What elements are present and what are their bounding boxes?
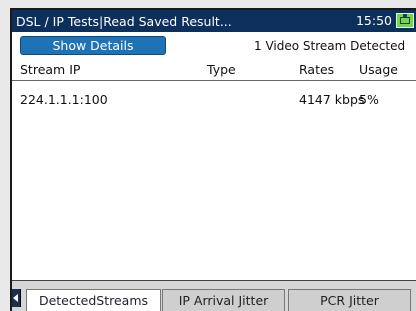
app-window: DSL / IP Tests|Read Saved Result... 15:5… [10,8,416,311]
column-header-rates: Rates [299,62,335,77]
column-header-stream-ip: Stream IP [20,62,81,77]
cell-rates: 4147 kbps [299,92,365,107]
title-bar: DSL / IP Tests|Read Saved Result... 15:5… [12,10,416,32]
table-row[interactable]: 224.1.1.1:100 4147 kbps 5% [12,90,416,108]
cell-usage: 5% [359,92,379,107]
cell-stream-ip: 224.1.1.1:100 [20,92,108,107]
battery-icon [396,13,414,28]
tab-detected-streams[interactable]: DetectedStreams [26,289,161,311]
toolbar: Show Details 1 Video Stream Detected [12,32,416,60]
tab-scroll-left-icon[interactable] [12,289,21,307]
table-header: Stream IP Type Rates Usage [12,60,416,81]
window-title: DSL / IP Tests|Read Saved Result... [16,13,232,29]
clock: 15:50 [355,13,392,28]
column-header-type: Type [207,62,236,77]
tab-pcr-jitter[interactable]: PCR Jitter [288,289,411,311]
tab-bar: DetectedStreams IP Arrival Jitter PCR Ji… [12,280,416,311]
tab-ip-arrival-jitter[interactable]: IP Arrival Jitter [162,289,285,311]
column-header-usage: Usage [359,62,398,77]
stream-status-text: 1 Video Stream Detected [254,39,406,53]
show-details-button[interactable]: Show Details [20,36,166,55]
